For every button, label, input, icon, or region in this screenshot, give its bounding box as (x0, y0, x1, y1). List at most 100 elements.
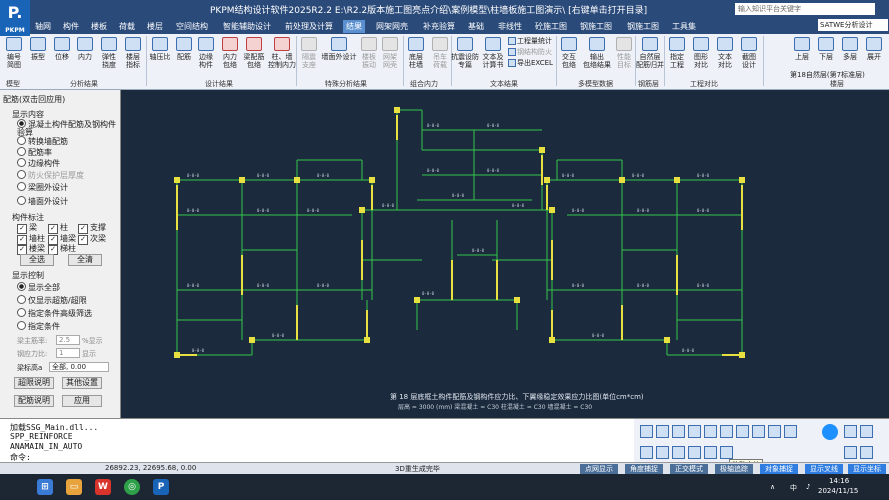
tab-steel-check[interactable]: 钢施工图 (577, 20, 615, 33)
view-cube-icon[interactable] (640, 425, 653, 438)
volume-icon[interactable]: ♪ (806, 483, 810, 491)
tab-steel-drawing[interactable]: 钢施工图 (624, 20, 662, 33)
text-tool-icon[interactable] (640, 446, 653, 459)
bottom-column-wall-button[interactable]: 底层 柱墙 (404, 37, 428, 69)
grid-display-toggle[interactable]: 点网显示 (580, 464, 618, 474)
view-right-icon[interactable] (688, 425, 701, 438)
tab-results[interactable]: 结果 (343, 20, 365, 33)
tray-chevron-icon[interactable]: ∧ (770, 483, 775, 491)
apply-button[interactable]: 应用 (62, 395, 102, 407)
space-grid-button[interactable]: 网架 网壳 (378, 37, 402, 69)
view-iso2-icon[interactable] (736, 425, 749, 438)
beam-height-select[interactable]: 全部, 0.00 (49, 362, 109, 372)
radio-concrete-reinforcement[interactable]: 混凝土构件配筋及钢构件验算 (17, 119, 117, 137)
tab-smart-design[interactable]: 智能辅助设计 (220, 20, 274, 33)
internal-force-button[interactable]: 内力 (73, 37, 97, 61)
wireframe-icon[interactable] (784, 425, 797, 438)
pkpm-taskbar-icon[interactable]: P (153, 479, 169, 495)
browser-icon[interactable]: ◎ (124, 479, 140, 495)
text-smaller-icon[interactable] (688, 446, 701, 459)
view-left-icon[interactable] (672, 425, 685, 438)
wps-icon[interactable]: W (95, 479, 111, 495)
windows-start-icon[interactable]: ⊞ (37, 479, 53, 495)
text-compare-button[interactable]: 文本 对比 (713, 37, 737, 69)
other-settings-button[interactable]: 其他设置 (62, 377, 102, 389)
tab-nonlinear[interactable]: 非线性 (495, 20, 525, 33)
text-rotate-icon[interactable] (720, 446, 733, 459)
tab-member[interactable]: 构件 (60, 20, 82, 33)
export-excel-button[interactable]: 导出EXCEL (508, 59, 553, 68)
ortho-mode-toggle[interactable]: 正交模式 (670, 464, 708, 474)
force-envelope-button[interactable]: 内力 包络 (218, 37, 242, 69)
tab-foundation[interactable]: 基础 (465, 20, 487, 33)
radio-transfer-wall[interactable]: 转换墙配筋 (17, 136, 68, 146)
reinforcement-button[interactable]: 配筋 (172, 37, 196, 61)
file-explorer-icon[interactable]: ▭ (66, 479, 82, 495)
view-settings-icon[interactable] (822, 424, 838, 440)
tab-supplementary-check[interactable]: 补充验算 (420, 20, 458, 33)
numbering-diagram-button[interactable]: 编号 简图 (2, 37, 26, 69)
wall-outplane-button[interactable]: 墙面外设计 (321, 37, 357, 61)
radio-fire-cover[interactable]: 防火保护层厚度 (17, 170, 84, 180)
radio-overlimit-only[interactable]: 仅显示超筋/超限 (17, 295, 87, 305)
check-secondary-beam[interactable]: 次梁 (78, 233, 106, 245)
tab-axis[interactable]: 轴网 (32, 20, 54, 33)
reinf-ratio-field[interactable]: 2.5 (56, 335, 80, 345)
story-index-button[interactable]: 楼层 指标 (121, 37, 145, 69)
radio-show-all[interactable]: 显示全部 (17, 282, 60, 292)
natural-floor-merge-button[interactable]: 自然层 配筋归并 (636, 37, 664, 69)
tab-toolset[interactable]: 工具集 (669, 20, 699, 33)
layer-icon[interactable] (844, 446, 857, 459)
knowledge-search-input[interactable]: 输入知识平台关键字 (735, 3, 875, 15)
graphic-compare-button[interactable]: 图形 对比 (689, 37, 713, 69)
stress-ratio-field[interactable]: 1 (56, 348, 80, 358)
multi-floor-button[interactable]: 多层 (838, 37, 862, 61)
zoom-window-icon[interactable] (844, 425, 857, 438)
isolation-bearing-button[interactable]: 隔震 支座 (297, 37, 321, 69)
mode-shape-button[interactable]: 振型 (26, 37, 50, 61)
floor-select[interactable]: 第18自然层(第7标准层) (790, 71, 865, 80)
steel-fireproof-button[interactable]: 钢结构防火 (508, 48, 552, 57)
zoom-all-icon[interactable] (860, 425, 873, 438)
quantity-stat-button[interactable]: 工程量统计 (508, 37, 552, 46)
tab-floor[interactable]: 楼层 (144, 20, 166, 33)
reinforcement-description-button[interactable]: 配筋说明 (14, 395, 54, 407)
text-move-icon[interactable] (704, 446, 717, 459)
radio-beam-outplane[interactable]: 梁圈外设计 (17, 182, 68, 192)
view-top-icon[interactable] (704, 425, 717, 438)
show-crosshair-toggle[interactable]: 显示叉线 (805, 464, 843, 474)
tab-slab[interactable]: 楼板 (88, 20, 110, 33)
tab-load[interactable]: 荷载 (116, 20, 138, 33)
displacement-button[interactable]: 位移 (50, 37, 74, 61)
tab-preprocess[interactable]: 前处理及计算 (282, 20, 336, 33)
radio-reinforcement-ratio[interactable]: 配筋率 (17, 147, 52, 157)
input-language[interactable]: 中 (790, 483, 797, 493)
screenshot-design-button[interactable]: 截图 设计 (737, 37, 761, 69)
select-all-button[interactable]: 全选 (20, 254, 54, 266)
view-iso3-icon[interactable] (752, 425, 765, 438)
pkpm-logo[interactable]: P. PKPM (0, 0, 30, 36)
text-size-icon[interactable] (656, 446, 669, 459)
clear-all-button[interactable]: 全清 (68, 254, 102, 266)
clock-time[interactable]: 14:16 (829, 477, 849, 485)
clock-date[interactable]: 2024/11/15 (818, 487, 858, 495)
properties-icon[interactable] (860, 446, 873, 459)
tab-concrete-drawing[interactable]: 砼施工图 (532, 20, 570, 33)
text-report-button[interactable]: 文本及 计算书 (480, 37, 506, 69)
radio-boundary-member[interactable]: 边缘构件 (17, 158, 60, 168)
boundary-member-button[interactable]: 边缘 构件 (194, 37, 218, 69)
tab-grid-shell[interactable]: 网架网壳 (373, 20, 411, 33)
overlimit-description-button[interactable]: 超限说明 (14, 377, 54, 389)
show-coordinates-toggle[interactable]: 显示坐标 (848, 464, 886, 474)
up-floor-button[interactable]: 上层 (790, 37, 814, 61)
angle-snap-toggle[interactable]: 角度捕捉 (625, 464, 663, 474)
object-snap-toggle[interactable]: 对象捕捉 (760, 464, 798, 474)
expand-button[interactable]: 展开 (862, 37, 886, 61)
beam-reinf-envelope-button[interactable]: 梁配筋 包络 (242, 37, 266, 69)
output-envelope-button[interactable]: 输出 包络结果 (581, 37, 613, 69)
text-bigger-icon[interactable] (672, 446, 685, 459)
assign-project-button[interactable]: 指定 工程 (665, 37, 689, 69)
tab-space-structure[interactable]: 空间结构 (173, 20, 211, 33)
interactive-envelope-button[interactable]: 交互 包络 (557, 37, 581, 69)
radio-wall-outplane[interactable]: 墙面外设计 (17, 196, 68, 206)
